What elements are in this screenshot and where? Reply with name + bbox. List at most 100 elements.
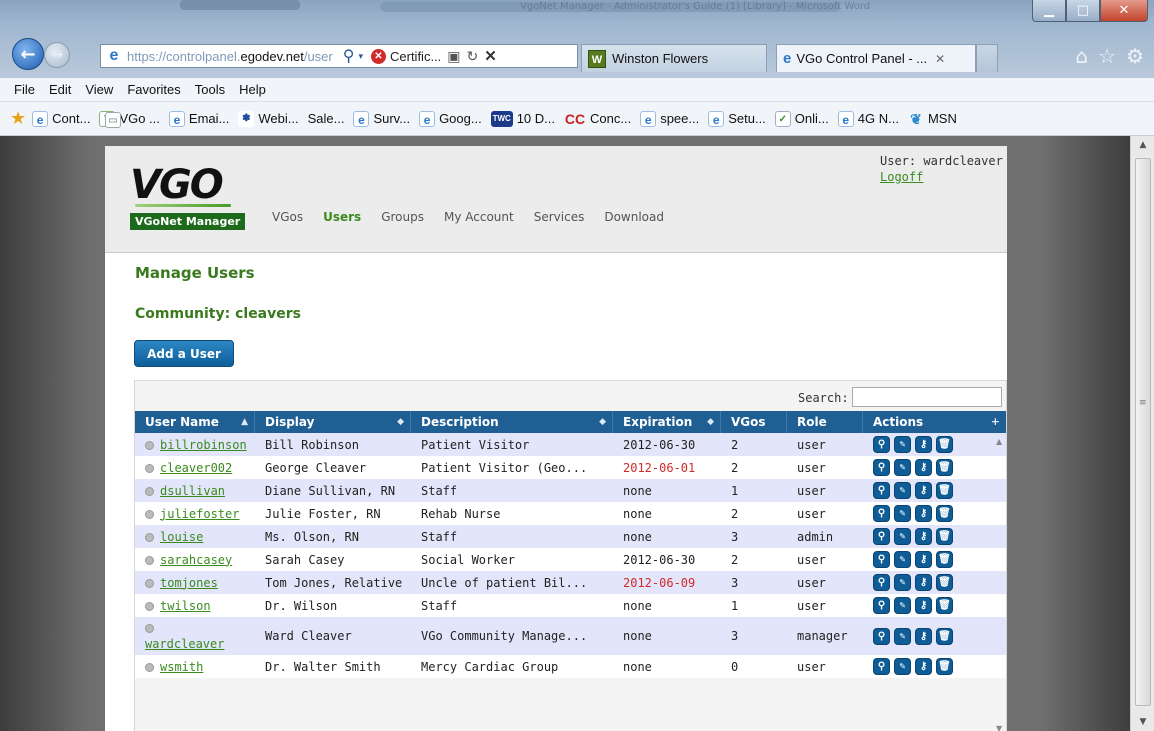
tab-winston-flowers[interactable]: W Winston Flowers (581, 44, 767, 72)
user-link[interactable]: dsullivan (160, 484, 225, 498)
close-window-button[interactable]: ✕ (1100, 0, 1148, 22)
trash-icon[interactable]: 🗑 (936, 551, 953, 568)
scroll-up-icon[interactable]: ▲ (996, 437, 1002, 446)
nav-users[interactable]: Users (323, 210, 361, 224)
user-link[interactable]: tomjones (160, 576, 218, 590)
search-input[interactable] (852, 387, 1002, 407)
menu-view[interactable]: View (85, 82, 113, 97)
trash-icon[interactable]: 🗑 (936, 658, 953, 675)
scroll-thumb[interactable] (1135, 158, 1151, 706)
menu-tools[interactable]: Tools (195, 82, 225, 97)
view-icon[interactable]: ⚲ (873, 597, 890, 614)
favorite-link[interactable]: ❦ MSN (908, 111, 957, 127)
home-icon[interactable]: ⌂ (1075, 44, 1088, 68)
edit-icon[interactable]: ✎ (894, 551, 911, 568)
vgo-logo[interactable]: VGO (130, 162, 224, 208)
scroll-up-icon[interactable]: ▲ (1131, 136, 1154, 154)
favorites-star-icon[interactable]: ☆ (1098, 44, 1116, 68)
trash-icon[interactable]: 🗑 (936, 482, 953, 499)
user-link[interactable]: juliefoster (160, 507, 239, 521)
trash-icon[interactable]: 🗑 (936, 505, 953, 522)
user-link[interactable]: twilson (160, 599, 211, 613)
dropdown-icon[interactable]: ▾ (358, 51, 363, 62)
view-icon[interactable]: ⚲ (873, 528, 890, 545)
expand-icon[interactable]: + (991, 411, 1000, 433)
key-icon[interactable]: ⚷ (915, 459, 932, 476)
compat-view-icon[interactable]: ▣ (447, 48, 460, 65)
trash-icon[interactable]: 🗑 (936, 436, 953, 453)
nav-download[interactable]: Download (604, 210, 664, 224)
favorite-link[interactable]: e Surv... (353, 110, 410, 127)
favorite-link[interactable]: e Goog... (419, 110, 482, 127)
user-link[interactable]: wsmith (160, 660, 203, 674)
favorite-link[interactable]: e spee... (640, 110, 699, 127)
trash-icon[interactable]: 🗑 (936, 459, 953, 476)
nav-vgos[interactable]: VGos (272, 210, 303, 224)
nav-my-account[interactable]: My Account (444, 210, 514, 224)
trash-icon[interactable]: 🗑 (936, 627, 953, 645)
view-icon[interactable]: ⚲ (873, 551, 890, 568)
key-icon[interactable]: ⚷ (915, 597, 932, 614)
key-icon[interactable]: ⚷ (915, 436, 932, 453)
certificate-error-label[interactable]: Certific... (390, 49, 441, 64)
edit-icon[interactable]: ✎ (894, 528, 911, 545)
edit-icon[interactable]: ✎ (894, 459, 911, 476)
key-icon[interactable]: ⚷ (915, 574, 932, 591)
key-icon[interactable]: ⚷ (915, 505, 932, 522)
refresh-icon[interactable]: ↻ (467, 48, 479, 65)
view-icon[interactable]: ⚲ (873, 436, 890, 453)
search-icon[interactable]: ⚲ (343, 46, 355, 66)
menu-help[interactable]: Help (239, 82, 266, 97)
add-user-button[interactable]: Add a User (134, 340, 234, 367)
stop-icon[interactable]: ✕ (484, 47, 497, 65)
tab-vgo-control-panel[interactable]: e VGo Control Panel - ... ✕ (776, 44, 976, 72)
favorite-link[interactable]: TWC 10 D... (490, 110, 555, 127)
user-link[interactable]: cleaver002 (160, 461, 232, 475)
view-icon[interactable]: ⚲ (873, 627, 890, 645)
favorite-link[interactable]: e Setu... (708, 110, 766, 127)
new-tab-button[interactable] (976, 44, 998, 72)
certificate-error-icon[interactable]: ✕ (371, 48, 386, 64)
edit-icon[interactable]: ✎ (894, 482, 911, 499)
scroll-down-icon[interactable]: ▼ (996, 724, 1002, 731)
maximize-button[interactable]: □ (1066, 0, 1100, 22)
favorite-link[interactable]: ✽ Webi... (238, 110, 299, 127)
col-expiration[interactable]: Expiration ◆ (613, 411, 721, 433)
address-bar[interactable]: e https://controlpanel. egodev.net/user ⚲… (100, 44, 578, 68)
scroll-down-icon[interactable]: ▼ (1131, 713, 1154, 731)
key-icon[interactable]: ⚷ (915, 528, 932, 545)
edit-icon[interactable]: ✎ (894, 627, 911, 645)
menu-favorites[interactable]: Favorites (127, 82, 180, 97)
col-description[interactable]: Description ◆ (411, 411, 613, 433)
edit-icon[interactable]: ✎ (894, 436, 911, 453)
add-favorite-icon[interactable]: ★ (10, 108, 26, 129)
page-scrollbar[interactable]: ▲ ≡ ▼ (1130, 136, 1154, 731)
favorite-link[interactable]: e 4G N... (837, 110, 899, 127)
trash-icon[interactable]: 🗑 (936, 528, 953, 545)
edit-icon[interactable]: ✎ (894, 574, 911, 591)
user-link[interactable]: louise (160, 530, 203, 544)
view-icon[interactable]: ⚲ (873, 505, 890, 522)
key-icon[interactable]: ⚷ (915, 482, 932, 499)
favorite-link[interactable]: e Emai... (168, 110, 229, 127)
nav-groups[interactable]: Groups (381, 210, 424, 224)
favorite-link[interactable]: e Cont... (32, 110, 90, 127)
favorite-link[interactable]: ✓ Onli... (774, 110, 829, 127)
edit-icon[interactable]: ✎ (894, 597, 911, 614)
back-button[interactable]: ← (12, 38, 44, 70)
close-tab-icon[interactable]: ✕ (935, 52, 945, 66)
edit-icon[interactable]: ✎ (894, 658, 911, 675)
view-icon[interactable]: ⚲ (873, 574, 890, 591)
col-user-name[interactable]: User Name ▲ (135, 411, 255, 433)
favorite-link[interactable]: CC Conc... (564, 111, 631, 127)
forward-button[interactable]: → (44, 42, 70, 68)
view-icon[interactable]: ⚲ (873, 658, 890, 675)
logoff-link[interactable]: Logoff (880, 169, 1003, 185)
key-icon[interactable]: ⚷ (915, 551, 932, 568)
edit-icon[interactable]: ✎ (894, 505, 911, 522)
favorite-link[interactable]: ▭ Sale... (105, 111, 344, 128)
menu-edit[interactable]: Edit (49, 82, 71, 97)
key-icon[interactable]: ⚷ (915, 658, 932, 675)
trash-icon[interactable]: 🗑 (936, 574, 953, 591)
gear-icon[interactable]: ⚙ (1126, 44, 1144, 68)
